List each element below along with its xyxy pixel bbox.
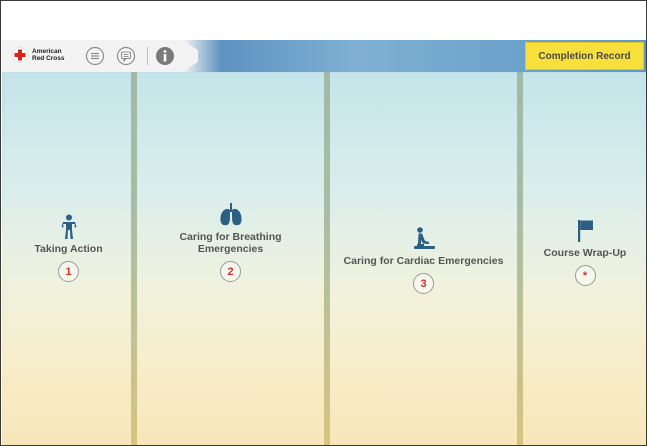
module-grid: Taking Action 1 Caring for Breathing Eme… xyxy=(2,72,646,445)
menu-icon[interactable] xyxy=(85,46,105,66)
person-standing-icon xyxy=(61,214,76,239)
completion-record-button[interactable]: Completion Record xyxy=(525,42,644,70)
module-number-badge: * xyxy=(574,265,596,286)
app-window: American Red Cross Completion Record Tak… xyxy=(0,0,647,446)
red-cross-icon xyxy=(12,47,28,63)
module-label: Taking Action xyxy=(34,243,103,255)
logo-text: American Red Cross xyxy=(32,48,68,62)
cpr-icon xyxy=(413,227,435,249)
flag-icon xyxy=(578,220,593,242)
red-cross-logo[interactable]: American Red Cross xyxy=(12,47,68,63)
module-number-badge: 3 xyxy=(413,273,434,294)
module-number-badge: 2 xyxy=(220,261,241,282)
module-tile-3[interactable]: Caring for Cardiac Emergencies 3 xyxy=(330,74,517,445)
module-tile-1[interactable]: Taking Action 1 xyxy=(6,74,131,445)
top-toolbar: American Red Cross Completion Record xyxy=(2,40,646,72)
module-label: Caring for Cardiac Emergencies xyxy=(343,255,504,267)
module-label: Caring for Breathing Emergencies xyxy=(179,231,282,255)
chat-icon[interactable] xyxy=(116,46,136,66)
module-tile-4[interactable]: Course Wrap-Up * xyxy=(523,74,646,445)
module-label: Course Wrap-Up xyxy=(543,247,627,259)
logo-line1: American xyxy=(32,48,62,55)
module-number-badge: 1 xyxy=(58,261,79,282)
logo-line2: Red Cross xyxy=(32,55,65,62)
info-icon[interactable] xyxy=(155,46,175,66)
module-tile-2[interactable]: Caring for Breathing Emergencies 2 xyxy=(137,74,324,445)
toolbar-divider xyxy=(147,47,148,65)
lungs-icon xyxy=(219,203,242,226)
